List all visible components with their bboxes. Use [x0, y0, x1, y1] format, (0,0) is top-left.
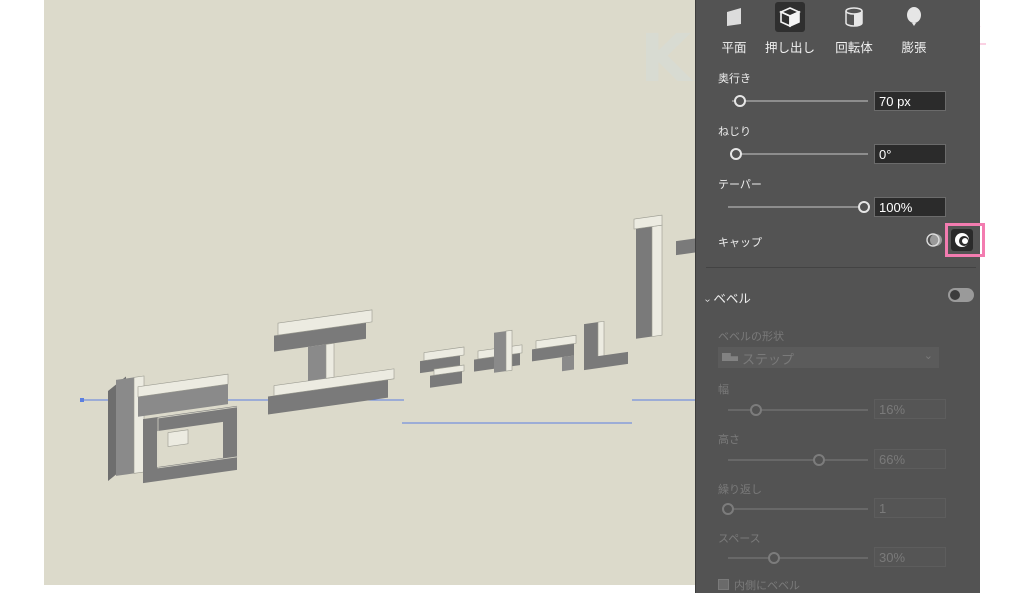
bevel-space-slider-track[interactable] — [728, 557, 868, 559]
tab-label: 平面 — [721, 41, 747, 55]
extruded-glyph — [532, 334, 577, 372]
revolve-cylinder-icon — [839, 2, 869, 32]
tab-inflate[interactable]: 膨張 — [884, 0, 944, 56]
bevel-height-label: 高さ — [718, 434, 740, 446]
depth-slider-knob[interactable] — [734, 95, 747, 107]
bevel-title: ベベル — [713, 292, 751, 306]
bevel-repeat-input[interactable]: 1 — [874, 498, 946, 518]
extruded-glyph — [584, 320, 628, 371]
3d-materials-panel: 平面 押し出し 回転体 膨張 奥行き 70 px ねじり 0° テーパー 100… — [695, 0, 980, 593]
bevel-inner-label: 内側にベベル — [734, 580, 800, 592]
plane-icon — [719, 2, 749, 32]
extruded-glyph — [268, 309, 395, 415]
artboard-canvas[interactable] — [44, 0, 695, 585]
taper-input[interactable]: 100% — [874, 197, 946, 217]
twist-slider-knob[interactable] — [730, 148, 743, 160]
twist-label: ねじり — [718, 126, 751, 138]
bevel-section-header[interactable]: ›ベベル — [702, 288, 751, 307]
bevel-height-slider-knob[interactable] — [813, 454, 825, 466]
twist-slider-track[interactable] — [732, 153, 868, 155]
cap-off-button[interactable] — [924, 229, 946, 251]
inflate-balloon-icon — [899, 2, 929, 32]
depth-slider-track[interactable] — [732, 100, 868, 102]
tab-revolve[interactable]: 回転体 — [824, 0, 884, 56]
bevel-shape-select[interactable]: ステップ ⌄ — [718, 347, 939, 368]
cap-button-highlight — [945, 223, 985, 257]
bevel-width-slider-knob[interactable] — [750, 404, 762, 416]
taper-slider-track[interactable] — [728, 206, 864, 208]
tab-label: 回転体 — [835, 41, 873, 55]
bevel-height-input[interactable]: 66% — [874, 449, 946, 469]
tab-label: 膨張 — [901, 41, 927, 55]
bevel-toggle[interactable] — [948, 288, 974, 302]
tab-label: 押し出し — [764, 41, 815, 55]
bevel-repeat-label: 繰り返し — [718, 484, 762, 496]
tab-extrude[interactable]: 押し出し — [760, 0, 820, 56]
depth-label: 奥行き — [718, 73, 751, 85]
extruded-glyph — [108, 373, 239, 484]
extrude-cube-icon — [775, 2, 805, 32]
bevel-space-input[interactable]: 30% — [874, 547, 946, 567]
cap-off-icon — [926, 233, 942, 247]
taper-slider-knob[interactable] — [858, 201, 870, 213]
extruded-3d-text-artwork[interactable] — [44, 0, 695, 585]
toggle-knob — [950, 290, 960, 300]
bevel-shape-value: ステップ — [742, 352, 795, 367]
bevel-space-slider-knob[interactable] — [768, 552, 781, 564]
bevel-space-label: スペース — [718, 533, 761, 545]
checkbox-icon — [718, 579, 729, 590]
extruded-glyph — [633, 214, 695, 339]
step-shape-icon — [722, 353, 738, 361]
depth-input[interactable]: 70 px — [874, 91, 946, 111]
bevel-height-slider-track[interactable] — [728, 459, 868, 461]
section-divider — [706, 267, 976, 268]
taper-label: テーパー — [718, 179, 762, 191]
screen: KAKETA 平面 押し出し — [0, 0, 1024, 593]
bevel-shape-label: ベベルの形状 — [718, 331, 784, 343]
bevel-inner-checkbox[interactable]: 内側にベベル — [718, 577, 800, 593]
anchor-point — [80, 398, 84, 402]
chevron-down-icon: ⌄ — [923, 350, 933, 362]
tab-plane[interactable]: 平面 — [704, 0, 764, 56]
bevel-width-slider-track[interactable] — [728, 409, 868, 411]
cap-label: キャップ — [718, 237, 762, 249]
extruded-glyph — [420, 346, 465, 388]
chevron-down-icon: › — [702, 298, 714, 303]
extruded-glyph — [474, 329, 523, 373]
bevel-width-label: 幅 — [718, 384, 729, 396]
bevel-repeat-slider-knob[interactable] — [722, 503, 734, 515]
extruded-glyphs — [108, 214, 695, 484]
twist-input[interactable]: 0° — [874, 144, 946, 164]
bevel-repeat-slider-track[interactable] — [728, 508, 868, 510]
bevel-width-input[interactable]: 16% — [874, 399, 946, 419]
